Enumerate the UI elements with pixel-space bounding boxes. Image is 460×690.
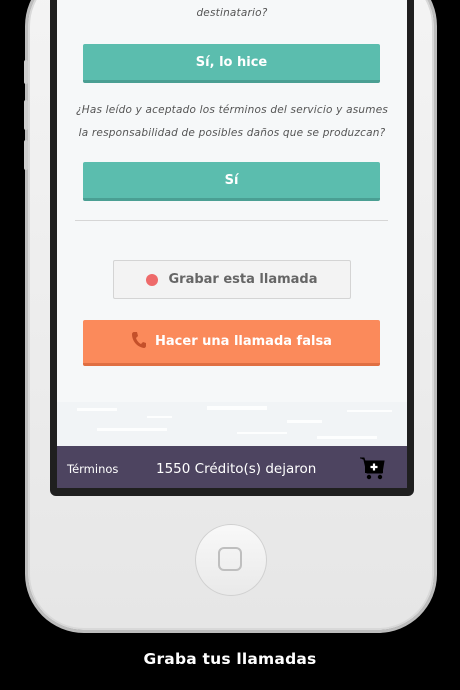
texture-strip: [57, 402, 407, 446]
phone-icon: [131, 331, 147, 353]
home-square-icon: [218, 547, 242, 571]
divider: [75, 220, 388, 221]
record-call-button[interactable]: Grabar esta llamada: [113, 260, 351, 299]
confirm-yes-button[interactable]: Sí, lo hice: [83, 44, 380, 83]
terms-question-line-1: ¿Has leído y aceptado los términos del s…: [75, 104, 389, 116]
footer-bar: Términos 1550 Crédito(s) dejaron: [57, 446, 407, 488]
credits-remaining: 1550 Crédito(s) dejaron: [156, 461, 317, 477]
cart-add-icon[interactable]: [359, 454, 387, 482]
fake-call-label: Hacer una llamada falsa: [155, 334, 332, 349]
phone-volume-button: [24, 100, 28, 130]
fake-call-button[interactable]: Hacer una llamada falsa: [83, 320, 380, 366]
phone-side-button: [24, 60, 28, 84]
home-button: [195, 524, 267, 596]
record-call-label: Grabar esta llamada: [168, 272, 318, 287]
terms-link[interactable]: Términos: [67, 462, 156, 476]
app-screen: destinatario? Sí, lo hice ¿Has leído y a…: [57, 0, 407, 488]
terms-question-line-2: la responsabilidad de posibles daños que…: [78, 127, 386, 139]
accept-terms-button[interactable]: Sí: [83, 162, 380, 201]
caption-text: Graba tus llamadas: [143, 650, 317, 668]
phone-volume-button: [24, 140, 28, 170]
question-text: destinatario?: [196, 7, 268, 19]
record-dot-icon: [146, 273, 159, 286]
